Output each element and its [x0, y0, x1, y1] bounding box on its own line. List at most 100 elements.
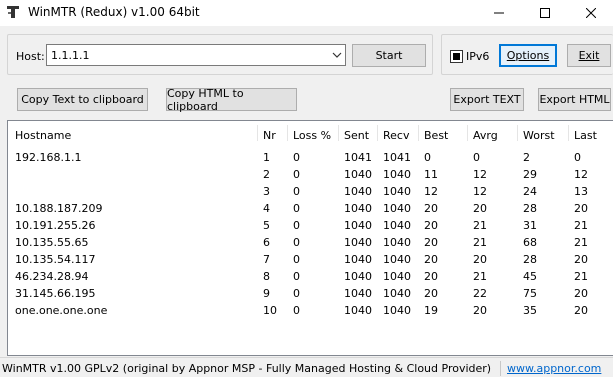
column-header-worst[interactable]: Worst [523, 129, 555, 142]
cell-best: 20 [424, 219, 438, 232]
cell-recv: 1041 [383, 151, 411, 164]
cell-hostname: 10.135.55.65 [15, 236, 89, 249]
ipv6-checkbox[interactable] [450, 50, 463, 63]
cell-recv: 1040 [383, 168, 411, 181]
cell-recv: 1040 [383, 185, 411, 198]
column-header-loss[interactable]: Loss % [293, 129, 331, 142]
column-header-avrg[interactable]: Avrg [473, 129, 498, 142]
column-header-hostname[interactable]: Hostname [15, 129, 71, 142]
table-row[interactable]: 46.234.28.94 8 0 1040 1040 20 21 45 21 [8, 268, 613, 285]
cell-last: 20 [574, 253, 588, 266]
exit-button[interactable]: Exit [567, 44, 611, 67]
title-bar: WinMTR (Redux) v1.00 64bit [0, 0, 613, 26]
cell-nr: 7 [263, 253, 270, 266]
cell-recv: 1040 [383, 270, 411, 283]
cell-sent: 1041 [344, 151, 372, 164]
cell-loss: 0 [293, 151, 300, 164]
cell-worst: 28 [523, 253, 537, 266]
maximize-icon [539, 8, 550, 18]
cell-avrg: 20 [473, 253, 487, 266]
copy-html-button[interactable]: Copy HTML to clipboard [166, 87, 297, 113]
table-row[interactable]: 10.188.187.209 4 0 1040 1040 20 20 28 20 [8, 200, 613, 217]
cell-recv: 1040 [383, 236, 411, 249]
chevron-down-icon[interactable] [332, 50, 342, 60]
cell-best: 20 [424, 270, 438, 283]
column-divider[interactable] [287, 125, 288, 141]
cell-avrg: 12 [473, 168, 487, 181]
export-text-button[interactable]: Export TEXT [450, 88, 524, 111]
column-divider[interactable] [568, 125, 569, 141]
cell-loss: 0 [293, 270, 300, 283]
cell-sent: 1040 [344, 202, 372, 215]
close-button[interactable] [568, 0, 613, 26]
column-divider[interactable] [257, 125, 258, 141]
maximize-button[interactable] [522, 0, 567, 26]
cell-loss: 0 [293, 202, 300, 215]
column-header-best[interactable]: Best [424, 129, 448, 142]
cell-avrg: 12 [473, 185, 487, 198]
table-row[interactable]: 192.168.1.1 1 0 1041 1041 0 0 2 0 [8, 149, 613, 166]
checkbox-mark-icon [453, 53, 460, 60]
host-combobox[interactable]: 1.1.1.1 [46, 44, 346, 66]
column-header-nr[interactable]: Nr [263, 129, 276, 142]
cell-loss: 0 [293, 168, 300, 181]
cell-best: 20 [424, 253, 438, 266]
ipv6-label[interactable]: IPv6 [466, 50, 489, 63]
host-label: Host: [16, 50, 45, 63]
status-text: WinMTR v1.00 GPLv2 (original by Appnor M… [2, 362, 492, 375]
column-divider[interactable] [467, 125, 468, 141]
app-icon [7, 6, 19, 18]
table-row[interactable]: 10.191.255.26 5 0 1040 1040 20 21 31 21 [8, 217, 613, 234]
options-button[interactable]: Options [499, 44, 557, 67]
cell-last: 12 [574, 168, 588, 181]
cell-last: 13 [574, 185, 588, 198]
cell-recv: 1040 [383, 287, 411, 300]
column-header-sent[interactable]: Sent [344, 129, 369, 142]
column-divider[interactable] [377, 125, 378, 141]
table-row[interactable]: 10.135.54.117 7 0 1040 1040 20 20 28 20 [8, 251, 613, 268]
table-row[interactable]: one.one.one.one 10 0 1040 1040 19 20 35 20 [8, 302, 613, 319]
cell-last: 21 [574, 270, 588, 283]
cell-last: 21 [574, 236, 588, 249]
cell-worst: 2 [523, 151, 530, 164]
cell-sent: 1040 [344, 168, 372, 181]
window-title: WinMTR (Redux) v1.00 64bit [28, 5, 200, 19]
copy-text-button[interactable]: Copy Text to clipboard [17, 88, 148, 111]
start-button[interactable]: Start [352, 44, 426, 67]
cell-last: 20 [574, 287, 588, 300]
cell-hostname: 10.135.54.117 [15, 253, 96, 266]
cell-sent: 1040 [344, 304, 372, 317]
table-row[interactable]: 10.135.55.65 6 0 1040 1040 20 21 68 21 [8, 234, 613, 251]
host-value[interactable]: 1.1.1.1 [51, 49, 89, 62]
minimize-button[interactable] [476, 0, 521, 26]
table-row[interactable]: 2 0 1040 1040 11 12 29 12 [8, 166, 613, 183]
cell-nr: 8 [263, 270, 270, 283]
cell-loss: 0 [293, 185, 300, 198]
column-header-recv[interactable]: Recv [383, 129, 409, 142]
table-header: Hostname Nr Loss % Sent Recv Best Avrg Worst Las… [8, 121, 613, 143]
results-table[interactable]: Hostname Nr Loss % Sent Recv Best Avrg Worst Las… [7, 120, 613, 356]
cell-worst: 35 [523, 304, 537, 317]
table-row[interactable]: 3 0 1040 1040 12 12 24 13 [8, 183, 613, 200]
column-divider[interactable] [418, 125, 419, 141]
cell-nr: 4 [263, 202, 270, 215]
cell-best: 19 [424, 304, 438, 317]
cell-sent: 1040 [344, 236, 372, 249]
cell-nr: 6 [263, 236, 270, 249]
cell-avrg: 0 [473, 151, 480, 164]
cell-sent: 1040 [344, 253, 372, 266]
cell-worst: 24 [523, 185, 537, 198]
column-header-last[interactable]: Last [574, 129, 597, 142]
cell-hostname: 31.145.66.195 [15, 287, 96, 300]
cell-sent: 1040 [344, 219, 372, 232]
table-row[interactable]: 31.145.66.195 9 0 1040 1040 20 22 75 20 [8, 285, 613, 302]
cell-last: 21 [574, 219, 588, 232]
export-html-button[interactable]: Export HTML [538, 88, 611, 111]
appnor-link[interactable]: www.appnor.com [507, 362, 601, 375]
column-divider[interactable] [338, 125, 339, 141]
column-divider[interactable] [517, 125, 518, 141]
cell-loss: 0 [293, 219, 300, 232]
cell-last: 0 [574, 151, 581, 164]
cell-avrg: 22 [473, 287, 487, 300]
cell-recv: 1040 [383, 202, 411, 215]
